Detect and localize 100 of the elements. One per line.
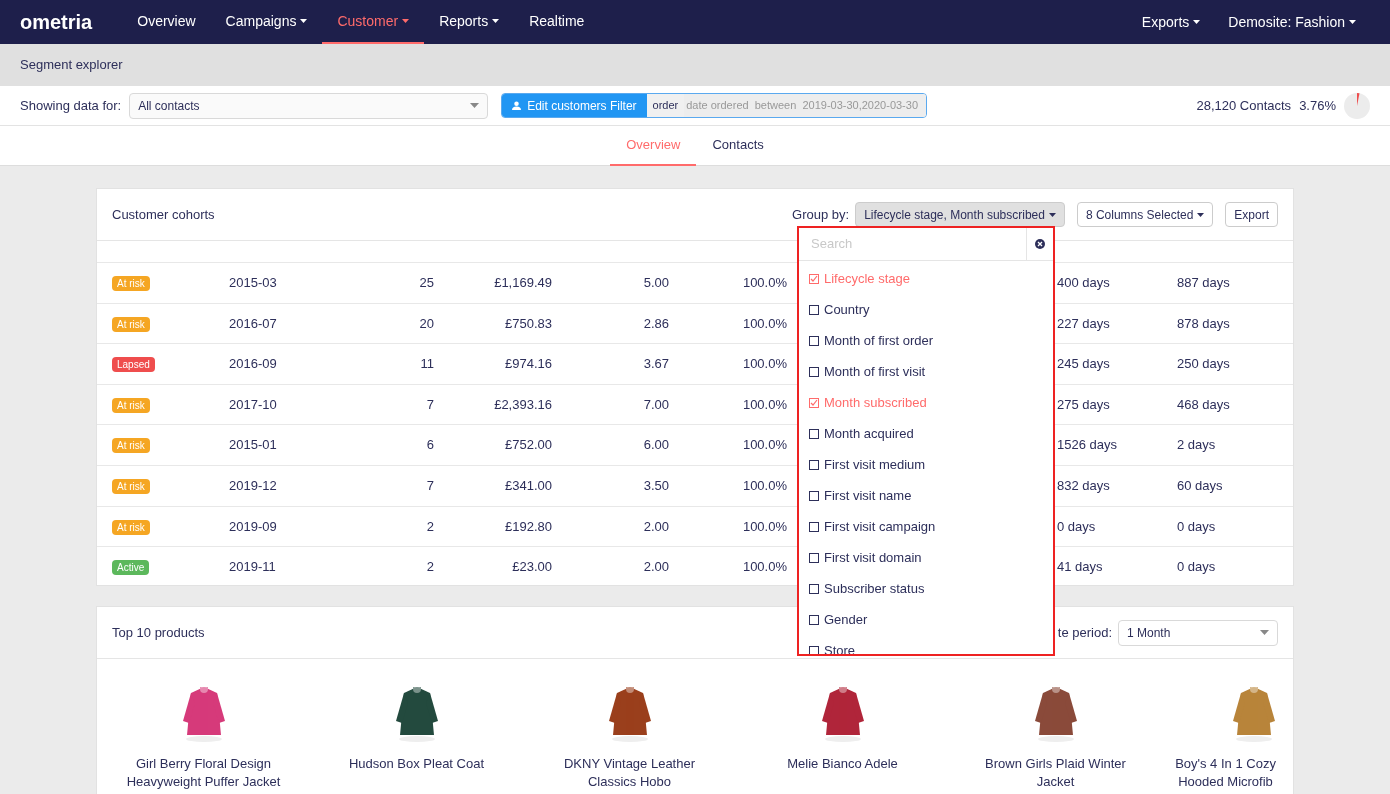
group-option[interactable]: First visit campaign: [799, 511, 1053, 542]
table-cell-text: 60 days: [1177, 477, 1223, 495]
table-cell-text: £23.00: [511, 558, 552, 577]
close-icon: [1035, 239, 1045, 249]
table-cell-text: 2: [425, 517, 434, 536]
table-cell-text: 2019-09: [229, 517, 278, 536]
table-cell-text: 2.00: [642, 558, 669, 577]
product-name-line[interactable]: Melie Bianco Adele: [787, 755, 898, 773]
table-cell-text: 100.0%: [741, 558, 787, 577]
group-option[interactable]: First visit domain: [799, 542, 1053, 573]
group-option[interactable]: Month of first visit: [799, 356, 1053, 387]
product-name-line[interactable]: Girl Berry Floral Design: [135, 755, 272, 773]
caret-icon: [1349, 20, 1356, 24]
table-cell-text: 878 days: [1177, 314, 1230, 333]
group-option[interactable]: Store: [799, 635, 1053, 654]
status-badge: At risk: [112, 438, 150, 454]
table-cell-text: 2.00: [642, 517, 669, 536]
product-name-line[interactable]: Heavyweight Puffer Jacket: [126, 773, 281, 791]
status-badge: At risk: [112, 397, 150, 413]
table-cell-text: 2019-11: [229, 558, 277, 577]
columns-dropdown[interactable]: 8 Columns Selected: [1076, 202, 1214, 227]
table-cell-text: 20: [418, 314, 434, 333]
table-cell-text: 6.00: [642, 436, 669, 455]
view-tab[interactable]: Contacts: [696, 126, 780, 166]
nav-tab[interactable]: Reports: [424, 0, 515, 44]
group-option[interactable]: Month acquired: [799, 418, 1053, 449]
nav-tab[interactable]: Campaigns: [210, 0, 323, 44]
caret-icon: [1260, 630, 1269, 635]
status-badge: Lapsed: [112, 357, 155, 373]
table-cell-text: 2017-10: [229, 395, 278, 414]
table-cell-text: 11: [419, 355, 434, 374]
filter-condition: date ordered between 2019-03-30,2020-03-30: [684, 94, 927, 117]
group-option[interactable]: Month of first order: [799, 325, 1053, 356]
status-badge: At risk: [112, 519, 150, 535]
caret-icon: [1048, 212, 1056, 217]
card-title: Top 10 products: [112, 623, 205, 642]
nav-menu[interactable]: Demosite: Fashion: [1214, 0, 1370, 44]
table-cell-text: 7: [425, 477, 434, 495]
table-cell-text: £750.83: [504, 314, 552, 333]
table-cell-text: 468 days: [1177, 395, 1230, 414]
table-cell-text: 7: [425, 395, 434, 414]
filter-label: Showing data for:: [20, 96, 122, 115]
nav-tab[interactable]: Overview: [122, 0, 211, 44]
filter-tag: order: [646, 94, 685, 117]
period-select[interactable]: 1 Month: [1118, 619, 1278, 646]
export-button[interactable]: Export: [1225, 202, 1278, 227]
caret-icon: [402, 19, 410, 23]
table-cell-text: £192.80: [504, 517, 552, 536]
table-cell-text: 400 days: [1057, 274, 1111, 293]
table-cell-text: 887 days: [1177, 274, 1230, 293]
table-cell-text: £2,393.16: [493, 395, 552, 414]
table-cell-text: £974.16: [504, 355, 552, 374]
product-name-line[interactable]: Hudson Box Pleat Coat: [348, 755, 485, 773]
page-title: Segment explorer: [20, 56, 123, 75]
table-cell-text: 2015-03: [229, 274, 278, 293]
group-option[interactable]: Subscriber status: [799, 573, 1053, 604]
product-name-line[interactable]: Jacket: [1036, 773, 1075, 791]
group-by-dropdown[interactable]: Lifecycle stage, Month subscribed: [855, 202, 1065, 227]
caret-icon: [1193, 20, 1201, 24]
caret-icon: [492, 19, 500, 23]
contacts-count: 28,120 Contacts: [1196, 96, 1292, 115]
status-badge: Active: [112, 560, 150, 576]
table-cell-text: 25: [418, 274, 434, 293]
product-name-line[interactable]: Classics Hobo: [587, 773, 672, 791]
table-cell-text: 2016-07: [229, 314, 278, 333]
table-cell-text: 100.0%: [741, 355, 787, 374]
pie-icon: [1344, 92, 1370, 119]
group-by-label: Group by:: [792, 205, 850, 224]
table-cell-text: 0 days: [1177, 517, 1216, 536]
nav-menu[interactable]: Exports: [1127, 0, 1215, 44]
product-name-line[interactable]: Hooded Microfib: [1178, 773, 1273, 791]
table-cell-text: 227 days: [1057, 314, 1111, 333]
logo[interactable]: ometria: [20, 7, 93, 37]
group-option[interactable]: First visit medium: [799, 449, 1053, 480]
contacts-select[interactable]: All contacts: [129, 92, 489, 119]
table-cell-text: 275 days: [1057, 395, 1111, 414]
table-cell-text: 5.00: [642, 274, 669, 293]
status-badge: At risk: [112, 316, 150, 332]
table-cell-text: 3.67: [642, 355, 669, 374]
caret-icon: [300, 19, 308, 23]
table-cell-text: 2019-12: [229, 477, 278, 495]
group-option[interactable]: First visit name: [799, 480, 1053, 511]
group-option[interactable]: Gender: [799, 604, 1053, 635]
table-cell-text: £1,169.49: [493, 274, 552, 293]
product-name-line[interactable]: DKNY Vintage Leather: [563, 755, 696, 773]
table-cell-text: 41 days: [1057, 558, 1104, 577]
nav-tab[interactable]: Realtime: [514, 0, 600, 44]
table-cell-text: 832 days: [1057, 477, 1111, 495]
table-cell-text: 0 days: [1057, 517, 1097, 536]
group-option[interactable]: Country: [799, 294, 1053, 325]
table-cell-text: 2015-01: [229, 436, 278, 455]
table-cell-text: 245 days: [1057, 355, 1111, 374]
caret-icon: [1197, 212, 1205, 217]
product-name-line[interactable]: Brown Girls Plaid Winter: [985, 755, 1126, 773]
card-title: Customer cohorts: [112, 205, 215, 224]
period-label: te period:: [1057, 623, 1112, 642]
product-name-line[interactable]: Boy's 4 In 1 Cozy: [1175, 755, 1276, 773]
table-cell-text: 3.50: [642, 477, 669, 495]
table-cell-text: 6: [425, 436, 434, 455]
table-cell-text: £341.00: [504, 477, 552, 495]
